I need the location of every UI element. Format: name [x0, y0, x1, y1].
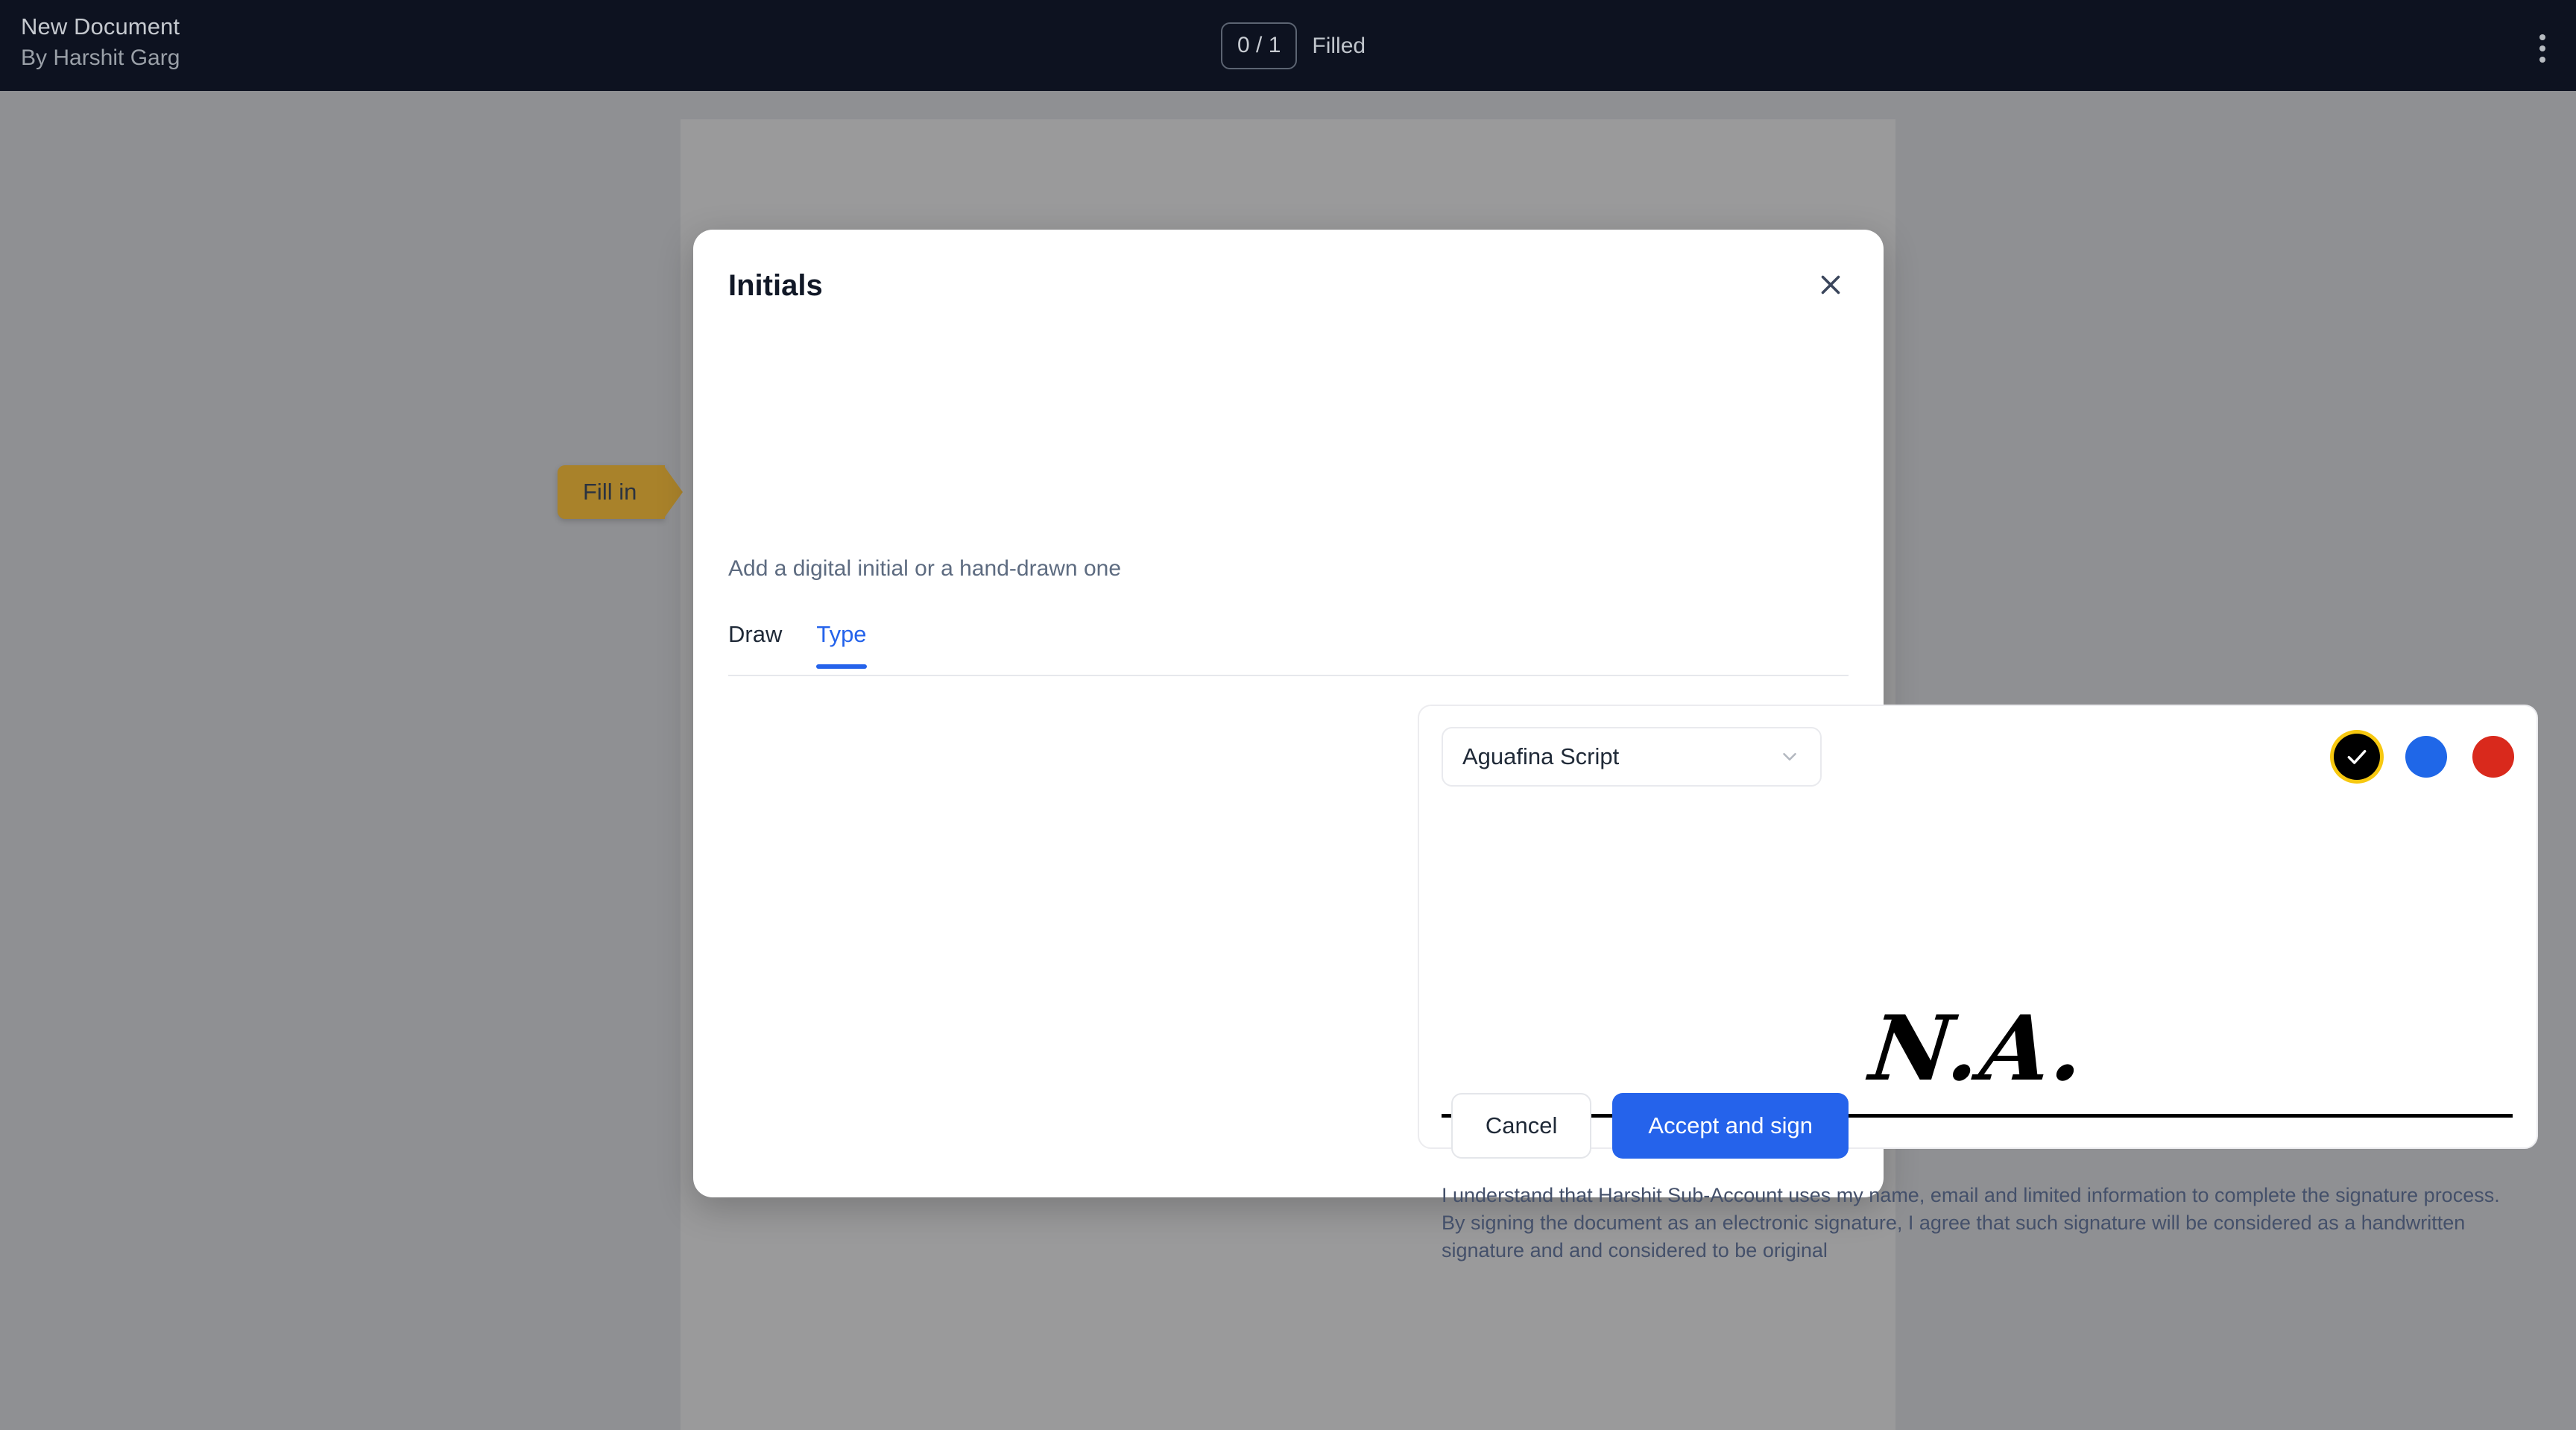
accept-and-sign-button[interactable]: Accept and sign: [1612, 1093, 1849, 1159]
tab-type[interactable]: Type: [816, 621, 867, 669]
kebab-dot: [2539, 57, 2545, 63]
font-select[interactable]: Aguafina Script: [1442, 727, 1822, 787]
signature-panel: Aguafina Script N.A.: [1418, 705, 2538, 1149]
tabs-divider: [728, 675, 1849, 676]
modal-footer: Cancel Accept and sign: [1450, 1093, 1849, 1159]
app-root: New Document By Harshit Garg 0 / 1 Fille…: [0, 0, 2576, 1430]
document-info: New Document By Harshit Garg: [21, 13, 180, 71]
color-swatches: [2334, 727, 2514, 787]
font-select-value: Aguafina Script: [1462, 743, 1620, 769]
modal-header: Initials: [728, 268, 1849, 303]
signature-preview-text: N.A.: [1865, 996, 2091, 1101]
chevron-down-icon: [1783, 753, 1796, 760]
initials-modal: Initials Add a digital initial or a hand…: [693, 230, 2538, 1262]
filled-label: Filled: [1312, 33, 1366, 58]
modal-subtitle: Add a digital initial or a hand-drawn on…: [728, 556, 1122, 581]
check-icon: [2347, 749, 2367, 764]
tab-draw[interactable]: Draw: [728, 621, 782, 669]
fill-status: 0 / 1 Filled: [1221, 22, 1366, 69]
top-header-bar: New Document By Harshit Garg 0 / 1 Fille…: [0, 0, 2576, 91]
color-swatch-blue[interactable]: [2405, 736, 2447, 778]
page-title: New Document: [21, 13, 180, 40]
kebab-menu-icon[interactable]: [2525, 31, 2560, 66]
filled-count-badge: 0 / 1: [1221, 22, 1298, 69]
signature-mode-tabs: Draw Type: [728, 621, 1849, 672]
close-icon[interactable]: [1808, 262, 1854, 308]
modal-title: Initials: [728, 269, 823, 302]
fill-in-tag[interactable]: Fill in: [558, 465, 684, 519]
kebab-dot: [2539, 45, 2545, 51]
kebab-dot: [2539, 34, 2545, 40]
cancel-button[interactable]: Cancel: [1450, 1093, 1592, 1159]
document-author: By Harshit Garg: [21, 45, 180, 70]
color-swatch-red[interactable]: [2472, 736, 2514, 778]
consent-disclaimer: I understand that Harshit Sub-Account us…: [1442, 1184, 2500, 1262]
color-swatch-black[interactable]: [2334, 734, 2380, 780]
